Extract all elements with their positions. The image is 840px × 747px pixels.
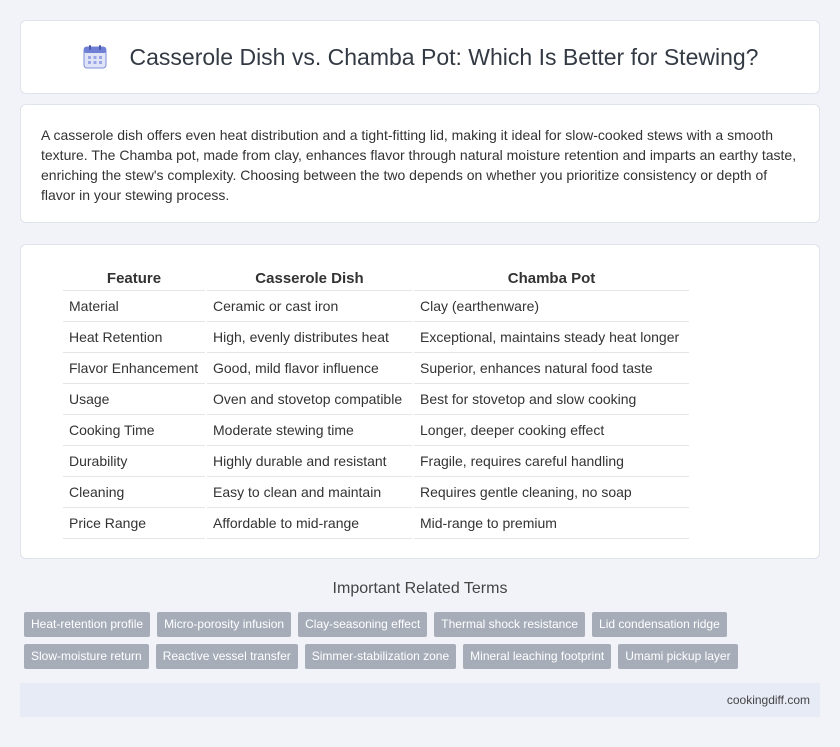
- feature-cell: Flavor Enhancement: [63, 353, 205, 384]
- feature-cell: Price Range: [63, 508, 205, 539]
- table-row: Flavor Enhancement Good, mild flavor inf…: [63, 353, 689, 384]
- feature-cell: Usage: [63, 384, 205, 415]
- chamba-cell: Superior, enhances natural food taste: [414, 353, 689, 384]
- footer: cookingdiff.com: [20, 683, 820, 717]
- page-title: Casserole Dish vs. Chamba Pot: Which Is …: [129, 43, 759, 70]
- casserole-cell: Oven and stovetop compatible: [207, 384, 412, 415]
- table-row: Price Range Affordable to mid-range Mid-…: [63, 508, 689, 539]
- casserole-cell: Ceramic or cast iron: [207, 291, 412, 322]
- chamba-cell: Fragile, requires careful handling: [414, 446, 689, 477]
- related-tag[interactable]: Slow-moisture return: [24, 644, 149, 669]
- site-link[interactable]: cookingdiff.com: [727, 693, 810, 707]
- table-row: Material Ceramic or cast iron Clay (eart…: [63, 291, 689, 322]
- casserole-cell: Good, mild flavor influence: [207, 353, 412, 384]
- related-tag[interactable]: Mineral leaching footprint: [463, 644, 612, 669]
- table-row: Usage Oven and stovetop compatible Best …: [63, 384, 689, 415]
- casserole-cell: Moderate stewing time: [207, 415, 412, 446]
- related-tag[interactable]: Umami pickup layer: [618, 644, 738, 669]
- related-tag[interactable]: Micro-porosity infusion: [157, 612, 292, 637]
- title-card: Casserole Dish vs. Chamba Pot: Which Is …: [20, 20, 820, 94]
- casserole-cell: Easy to clean and maintain: [207, 477, 412, 508]
- related-tag[interactable]: Thermal shock resistance: [434, 612, 586, 637]
- comparison-table: Feature Casserole Dish Chamba Pot Materi…: [61, 266, 691, 539]
- feature-cell: Material: [63, 291, 205, 322]
- header-casserole-dish: Casserole Dish: [207, 266, 412, 291]
- table-row: Durability Highly durable and resistant …: [63, 446, 689, 477]
- chamba-cell: Mid-range to premium: [414, 508, 689, 539]
- table-row: Heat Retention High, evenly distributes …: [63, 322, 689, 353]
- related-tag[interactable]: Lid condensation ridge: [592, 612, 727, 637]
- related-tag[interactable]: Clay-seasoning effect: [298, 612, 428, 637]
- related-terms-heading: Important Related Terms: [332, 580, 508, 597]
- chamba-cell: Exceptional, maintains steady heat longe…: [414, 322, 689, 353]
- casserole-cell: High, evenly distributes heat: [207, 322, 412, 353]
- header-chamba-pot: Chamba Pot: [414, 266, 689, 291]
- feature-cell: Durability: [63, 446, 205, 477]
- feature-cell: Cleaning: [63, 477, 205, 508]
- related-tag[interactable]: Heat-retention profile: [24, 612, 151, 637]
- header-feature: Feature: [63, 266, 205, 291]
- feature-cell: Heat Retention: [63, 322, 205, 353]
- chamba-cell: Best for stovetop and slow cooking: [414, 384, 689, 415]
- casserole-cell: Affordable to mid-range: [207, 508, 412, 539]
- related-tags-row-1: Heat-retention profile Micro-porosity in…: [24, 612, 824, 637]
- summary-paragraph: A casserole dish offers even heat distri…: [41, 127, 797, 203]
- feature-cell: Cooking Time: [63, 415, 205, 446]
- chamba-cell: Longer, deeper cooking effect: [414, 415, 689, 446]
- comparison-card: Feature Casserole Dish Chamba Pot Materi…: [20, 244, 820, 559]
- calendar-icon: [82, 44, 108, 70]
- casserole-cell: Highly durable and resistant: [207, 446, 412, 477]
- related-tags-row-2: Slow-moisture return Reactive vessel tra…: [24, 644, 824, 669]
- chamba-cell: Clay (earthenware): [414, 291, 689, 322]
- table-header-row: Feature Casserole Dish Chamba Pot: [63, 266, 689, 291]
- related-tag[interactable]: Simmer-stabilization zone: [304, 644, 457, 669]
- table-row: Cleaning Easy to clean and maintain Requ…: [63, 477, 689, 508]
- table-row: Cooking Time Moderate stewing time Longe…: [63, 415, 689, 446]
- related-tag[interactable]: Reactive vessel transfer: [155, 644, 298, 669]
- chamba-cell: Requires gentle cleaning, no soap: [414, 477, 689, 508]
- summary-card: A casserole dish offers even heat distri…: [20, 104, 820, 223]
